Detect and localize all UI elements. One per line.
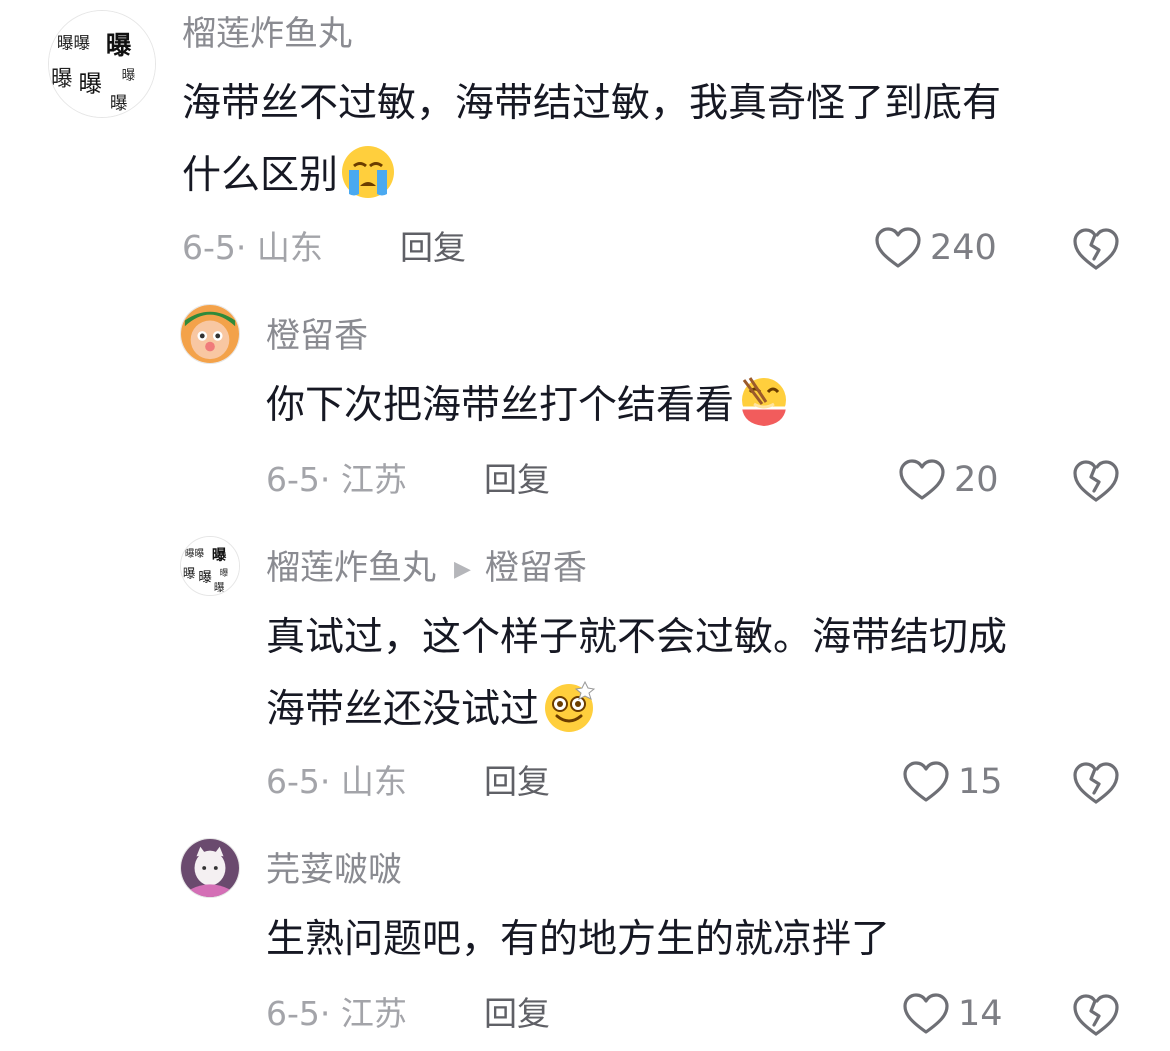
reply-button[interactable]: 回复 <box>484 762 550 802</box>
like-button[interactable]: 14 <box>902 992 1003 1036</box>
comment-text-line: 什么区别 <box>182 140 1001 212</box>
comment-text-line: 生熟问题吧，有的地方生的就凉拌了 <box>266 917 891 962</box>
like-button[interactable]: 15 <box>902 760 1003 804</box>
comment-text-line: 海带丝不过敏，海带结过敏，我真奇怪了到底有 <box>182 81 1002 126</box>
crying-emoji <box>340 144 396 200</box>
comment-text: 海带丝不过敏，海带结过敏，我真奇怪了到底有 什么区别 <box>182 68 1001 212</box>
comment-text: 你下次把海带丝打个结看看 <box>266 370 792 442</box>
comment-text-line: 你下次把海带丝打个结看看 <box>266 370 792 442</box>
broken-heart-icon[interactable] <box>1072 226 1120 272</box>
comment-text-line: 真试过，这个样子就不会过敏。海带结切成 <box>266 615 1008 660</box>
heart-outline-icon <box>902 992 950 1036</box>
like-button[interactable]: 20 <box>898 458 999 502</box>
svg-text:曝: 曝 <box>214 581 225 594</box>
reply-button[interactable]: 回复 <box>484 994 550 1034</box>
reply-to-name[interactable]: 橙留香 <box>485 548 587 588</box>
like-count: 20 <box>954 460 999 500</box>
broken-heart-icon[interactable] <box>1072 760 1120 806</box>
comment-date-location: 6-5· 山东 <box>182 228 323 267</box>
svg-text:曝: 曝 <box>220 568 229 579</box>
comment-text: 生熟问题吧，有的地方生的就凉拌了 <box>266 904 890 976</box>
svg-text:曝: 曝 <box>51 67 73 92</box>
comment-date-location: 6-5· 江苏 <box>266 460 407 499</box>
svg-text:曝: 曝 <box>110 94 128 114</box>
comment-author: 榴莲炸鱼丸 ▶ 橙留香 <box>266 548 587 590</box>
heart-outline-icon <box>874 226 922 270</box>
like-count: 240 <box>930 228 997 268</box>
svg-text:曝曝: 曝曝 <box>57 33 91 52</box>
heart-outline-icon <box>898 458 946 502</box>
comment-author[interactable]: 芫荽啵啵 <box>266 850 402 890</box>
eating-noodles-emoji <box>736 374 792 430</box>
avatar[interactable]: 曝曝 曝 曝 曝 曝 曝 <box>180 536 240 596</box>
svg-text:曝: 曝 <box>78 69 102 97</box>
comment-text: 真试过，这个样子就不会过敏。海带结切成 海带丝还没试过 <box>266 602 1007 746</box>
dizzy-smile-emoji <box>541 678 597 734</box>
comment-text-span: 你下次把海带丝打个结看看 <box>266 383 735 428</box>
like-count: 15 <box>958 762 1003 802</box>
comment-date-location: 6-5· 江苏 <box>266 994 407 1033</box>
comment-author[interactable]: 橙留香 <box>266 316 368 356</box>
reply-button[interactable]: 回复 <box>400 228 466 268</box>
author-name[interactable]: 榴莲炸鱼丸 <box>266 548 436 588</box>
avatar[interactable] <box>180 838 240 898</box>
like-count: 14 <box>958 994 1003 1034</box>
broken-heart-icon[interactable] <box>1072 992 1120 1038</box>
avatar[interactable] <box>180 304 240 364</box>
avatar[interactable]: 曝曝 曝 曝 曝 曝 曝 <box>48 10 156 118</box>
svg-text:曝: 曝 <box>122 68 136 84</box>
svg-text:曝: 曝 <box>212 547 227 564</box>
comment-date-location: 6-5· 山东 <box>266 762 407 801</box>
svg-text:曝: 曝 <box>198 569 212 585</box>
like-button[interactable]: 240 <box>874 226 997 270</box>
comment-author[interactable]: 榴莲炸鱼丸 <box>182 14 352 54</box>
svg-text:曝: 曝 <box>106 31 132 61</box>
broken-heart-icon[interactable] <box>1072 458 1120 504</box>
comment-list: 曝曝 曝 曝 曝 曝 曝 榴莲炸鱼丸 海带丝不过敏，海带结过敏，我真奇怪了到底有… <box>0 0 1170 1051</box>
comment-text-span: 什么区别 <box>182 153 339 198</box>
comment-text-span: 海带丝还没试过 <box>266 687 540 732</box>
comment-text-line: 海带丝还没试过 <box>266 674 1007 746</box>
heart-outline-icon <box>902 760 950 804</box>
reply-button[interactable]: 回复 <box>484 460 550 500</box>
triangle-right-icon: ▶ <box>454 557 471 582</box>
svg-text:曝曝: 曝曝 <box>185 548 205 559</box>
svg-text:曝: 曝 <box>183 566 196 581</box>
